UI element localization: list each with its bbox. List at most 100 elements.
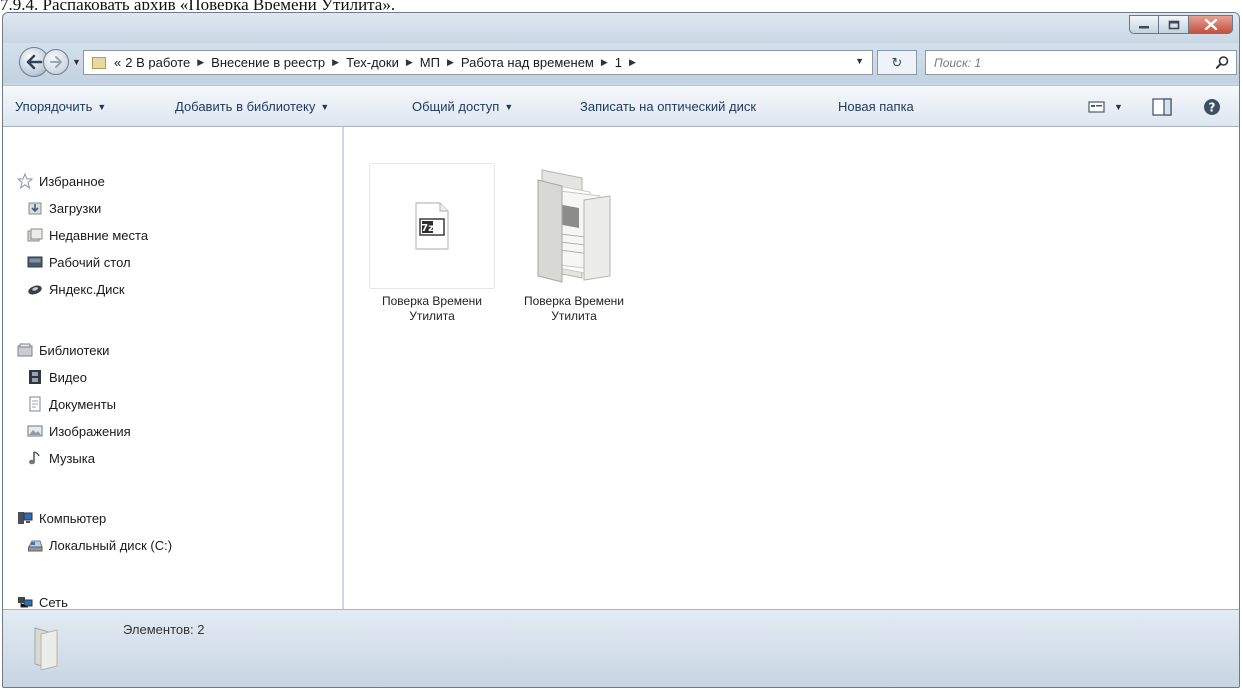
chevron-down-icon: ▼ [97,102,107,112]
chevron-down-icon: ▼ [1114,102,1123,112]
details-pane: Элементов: 2 [3,609,1239,687]
chevron-right-icon[interactable]: ▶ [442,57,459,68]
chevron-right-icon[interactable]: ▶ [624,57,641,68]
address-bar[interactable]: « 2 В работе ▶ Внесение в реестр ▶ Тех-д… [83,50,873,75]
document-step-heading: 7.9.4. Распаковать архив «Поверка Времен… [0,0,396,10]
sidebar-item-documents[interactable]: Документы [27,396,116,412]
sidebar-item-pictures[interactable]: Изображения [27,423,131,439]
share-button[interactable]: Общий доступ ▼ [412,99,513,114]
sidebar-item-label: Яндекс.Диск [49,281,125,297]
folder-icon [537,169,611,283]
burn-to-disc-label: Записать на оптический диск [580,99,757,114]
chevron-right-icon[interactable]: ▶ [596,57,613,68]
help-icon: ? [1204,99,1220,115]
help-button[interactable]: ? [1203,96,1221,118]
downloads-folder-icon [28,202,42,215]
sidebar-item-label: Музыка [49,450,95,466]
maximize-button[interactable] [1159,15,1189,34]
video-library-icon [29,370,41,384]
chevron-down-icon: ▼ [320,102,330,112]
file-item-folder[interactable]: Поверка Времени Утилита [504,163,644,324]
sidebar-item-label: Рабочий стол [49,254,131,270]
file-name: Поверка Времени Утилита [524,294,625,323]
pictures-library-icon [27,425,43,437]
file-thumbnail [511,163,637,289]
chevron-right-icon[interactable]: ▶ [327,57,344,68]
sidebar-item-downloads[interactable]: Загрузки [27,200,101,216]
burn-to-disc-button[interactable]: Записать на оптический диск [580,99,756,114]
back-arrow-icon [26,54,43,70]
title-bar [3,13,1239,43]
breadcrumb-overflow[interactable]: « [112,55,123,70]
command-bar: Упорядочить ▼ Добавить в библиотеку ▼ Общи… [3,85,1239,127]
sidebar-section-label: Избранное [39,173,105,189]
refresh-button[interactable]: ↻ [877,50,917,75]
address-row: ▼ « 2 В работе ▶ Внесение в реестр ▶ Тех… [3,43,1239,83]
search-input[interactable]: Поиск: 1 [925,50,1237,75]
preview-pane-icon [1152,98,1172,116]
share-label: Общий доступ [412,99,500,114]
sidebar-item-label: Изображения [49,423,131,439]
view-options-icon [1088,101,1105,113]
change-view-button[interactable]: ▼ [1088,96,1123,118]
sidebar-item-label: Загрузки [49,200,102,216]
organize-label: Упорядочить [15,99,93,114]
sidebar-section-libraries[interactable]: Библиотеки [17,342,109,358]
recent-places-icon [27,228,43,242]
sidebar-item-local-disk-c[interactable]: Локальный диск (C:) [27,537,172,553]
forward-arrow-icon [50,56,62,68]
chevron-right-icon[interactable]: ▶ [401,57,418,68]
chevron-right-icon[interactable]: ▶ [192,57,209,68]
breadcrumb-item[interactable]: 1 [613,55,624,70]
close-button[interactable] [1189,15,1233,34]
breadcrumb: « 2 В работе ▶ Внесение в реестр ▶ Тех-д… [112,55,641,70]
documents-library-icon [29,396,41,412]
preview-pane-button[interactable] [1152,96,1172,118]
file-item-archive[interactable]: 7z Поверка Времени Утилита [362,163,502,324]
sidebar-item-label: Локальный диск (C:) [49,537,173,553]
minimize-button[interactable] [1129,15,1159,34]
folder-icon [34,627,58,670]
sidebar-item-label: Недавние места [49,227,149,243]
file-name: Поверка Времени Утилита [382,294,483,323]
close-icon [1204,19,1217,30]
add-to-library-button[interactable]: Добавить в библиотеку ▼ [175,99,329,114]
breadcrumb-item[interactable]: Тех-доки [344,55,401,70]
breadcrumb-item[interactable]: Работа над временем [459,55,596,70]
sidebar-section-computer[interactable]: Компьютер [17,510,106,526]
add-to-library-label: Добавить в библиотеку [175,99,316,114]
breadcrumb-item[interactable]: Внесение в реестр [209,55,327,70]
new-folder-button[interactable]: Новая папка [838,99,914,114]
item-count: Элементов: 2 [123,622,205,637]
sidebar-item-recent-places[interactable]: Недавние места [27,227,148,243]
libraries-icon [17,343,33,357]
sidebar-section-label: Сеть [39,594,68,610]
breadcrumb-item[interactable]: 2 В работе [123,55,192,70]
7z-archive-icon: 7z [415,202,449,250]
forward-button[interactable] [43,49,69,75]
sidebar-item-video[interactable]: Видео [27,369,87,385]
sidebar-section-label: Библиотеки [39,342,110,358]
music-library-icon [29,451,40,465]
breadcrumb-item[interactable]: МП [418,55,442,70]
sidebar-item-music[interactable]: Музыка [27,450,95,466]
organize-menu-button[interactable]: Упорядочить ▼ [15,99,106,114]
desktop-icon [27,256,43,268]
new-folder-label: Новая папка [838,99,914,114]
search-icon [1215,56,1229,69]
computer-icon [18,512,33,524]
yandex-disk-icon [28,285,42,295]
explorer-window: ▼ « 2 В работе ▶ Внесение в реестр ▶ Тех… [2,12,1240,688]
sidebar-section-network[interactable]: Сеть [17,594,68,610]
minimize-icon [1139,25,1149,28]
address-history-dropdown[interactable]: ▼ [855,56,864,66]
star-icon [17,173,33,189]
search-placeholder: Поиск: 1 [934,56,982,70]
window-controls [1129,15,1233,34]
recent-pages-dropdown[interactable]: ▼ [72,57,81,67]
sidebar-item-yandex-disk[interactable]: Яндекс.Диск [27,281,125,297]
archive-badge: 7z [421,223,434,234]
sidebar-section-favorites[interactable]: Избранное [17,173,105,189]
sidebar-item-desktop[interactable]: Рабочий стол [27,254,131,270]
file-list-pane: 7z Поверка Времени Утилита Поверка Време… [344,127,1239,609]
